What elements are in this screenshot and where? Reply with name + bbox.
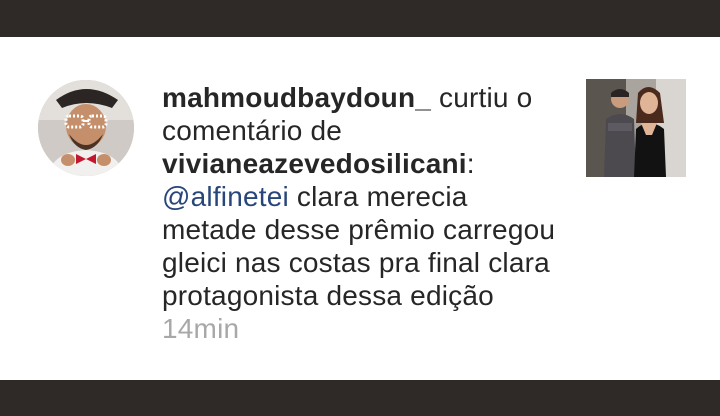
comment-author-username[interactable]: vivianeazevedosilicani <box>162 148 467 179</box>
notification-row[interactable]: mahmoudbaydoun_ curtiu o comentário de v… <box>0 37 720 380</box>
post-thumbnail[interactable] <box>586 79 686 177</box>
actor-username[interactable]: mahmoudbaydoun_ <box>162 82 431 113</box>
colon: : <box>466 148 475 179</box>
avatar[interactable] <box>38 80 134 176</box>
timestamp: 14min <box>162 313 240 344</box>
notification-text: mahmoudbaydoun_ curtiu o comentário de v… <box>162 81 562 345</box>
mention-link[interactable]: @alfinetei <box>162 181 289 212</box>
bottom-frame-bar <box>0 380 720 416</box>
top-frame-bar <box>0 0 720 37</box>
post-photo <box>586 79 686 177</box>
avatar-photo <box>38 80 134 176</box>
